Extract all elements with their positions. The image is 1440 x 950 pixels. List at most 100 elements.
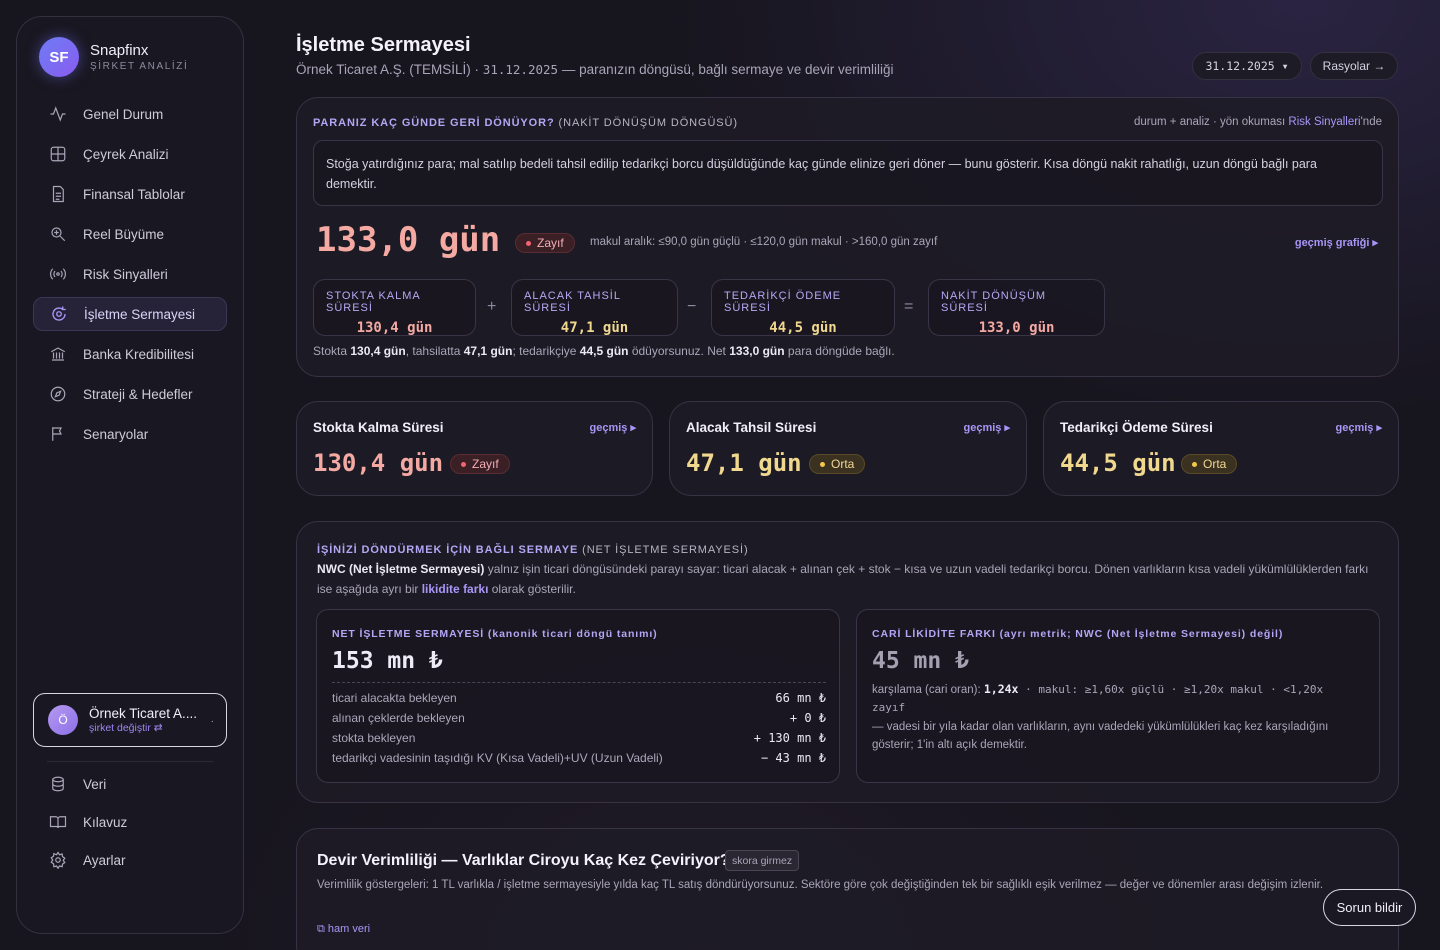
status-label: Orta [1203, 457, 1227, 471]
nwc-desc-bold: NWC (Net İşletme Sermayesi) [317, 562, 485, 576]
compass-icon [50, 386, 66, 402]
turnover-tag: skora girmez [725, 850, 800, 871]
liquidity-gap-link[interactable]: likidite farkı [422, 582, 489, 596]
sidebar-item-label: Ayarlar [83, 852, 126, 868]
company-switch-link[interactable]: şirket değiştir ⇄ [89, 722, 197, 734]
status-dot [820, 461, 825, 467]
ratios-button[interactable]: Rasyolar → [1310, 52, 1398, 80]
minus-operator: − [687, 298, 697, 315]
turnover-panel: Devir Verimliliği — Varlıklar Ciroyu Kaç… [296, 828, 1399, 950]
component-value: 47,1 gün [560, 320, 629, 336]
component-card: NAKİT DÖNÜŞÜM SÜRESİ 133,0 gün [928, 279, 1105, 336]
nwc-title-main: İŞİNİZİ DÖNDÜRMEK İÇİN BAĞLI SERMAYE [317, 544, 579, 556]
metric-history-link[interactable]: geçmiş ▸ [964, 421, 1011, 434]
sidebar-divider [47, 761, 213, 762]
subtitle-date: 31.12.2025 [482, 62, 559, 77]
sidebar-item-strateji-hedefler[interactable]: Strateji & Hedefler [33, 377, 227, 411]
status-label: Orta [831, 457, 855, 471]
nwc-description: NWC (Net İşletme Sermayesi) yalnız işin … [317, 559, 1377, 599]
grid-icon [50, 146, 66, 162]
sidebar-item-kilavuz[interactable]: Kılavuz [33, 805, 227, 839]
date-selector[interactable]: 31.12.2025 ▾ [1192, 52, 1302, 80]
brand-logo: SF [39, 37, 79, 77]
component-label: STOKTA KALMA SÜRESİ [326, 290, 421, 314]
row-value: 66 mn ₺ [775, 691, 826, 705]
row-label: alınan çeklerde bekleyen [332, 711, 465, 725]
ccc-note-prefix: durum + analiz · yön okuması [1134, 116, 1289, 128]
status-dot [526, 240, 531, 246]
component-card: STOKTA KALMA SÜRESİ 130,4 gün [313, 279, 476, 336]
metric-card-stock: Stokta Kalma Süresi geçmiş ▸ 130,4 gün Z… [296, 401, 653, 496]
status-label: Zayıf [472, 457, 499, 471]
page-title: İşletme Sermayesi [296, 34, 471, 56]
nwc-value: 153 mn ₺ [332, 648, 443, 674]
component-card: TEDARİKÇİ ÖDEME SÜRESİ 44,5 gün [711, 279, 895, 336]
activity-icon [50, 106, 66, 122]
sidebar-item-reel-buyume[interactable]: Reel Büyüme [33, 217, 227, 251]
ratio-value: 1,24x [983, 682, 1019, 696]
sidebar-item-risk-sinyalleri[interactable]: Risk Sinyalleri [33, 257, 227, 291]
sidebar-item-genel-durum[interactable]: Genel Durum [33, 97, 227, 131]
sidebar-item-banka-kredibilitesi[interactable]: Banka Kredibilitesi [33, 337, 227, 371]
sidebar-item-label: Finansal Tablolar [83, 186, 185, 202]
sidebar-item-label: Banka Kredibilitesi [83, 346, 195, 362]
metric-title: Tedarikçi Ödeme Süresi [1060, 420, 1213, 435]
row-value: + 0 ₺ [789, 711, 826, 725]
summary-text: ; tedarikçiye [512, 344, 580, 358]
nwc-row: alınan çeklerde bekleyen + 0 ₺ [332, 708, 826, 728]
main-nav: Genel Durum Çeyrek Analizi Finansal Tabl… [33, 97, 227, 457]
status-label: Zayıf [537, 236, 564, 250]
sidebar-item-isletme-sermayesi[interactable]: İşletme Sermayesi [33, 297, 227, 331]
sidebar: SF Snapfinx ŞİRKET ANALİZİ Genel Durum Ç… [16, 16, 244, 934]
company-menu-icon[interactable]: · [211, 716, 214, 727]
subtitle-company: Örnek Ticaret A.Ş. (TEMSİLİ) · [296, 62, 483, 77]
summary-text: ödüyorsunuz. Net [628, 344, 730, 358]
nwc-card-title: NET İŞLETME SERMAYESİ (kanonik ticari dö… [332, 628, 658, 640]
brand[interactable]: SF Snapfinx ŞİRKET ANALİZİ [39, 37, 188, 77]
sidebar-item-label: Genel Durum [83, 106, 164, 122]
sidebar-item-finansal-tablolar[interactable]: Finansal Tablolar [33, 177, 227, 211]
bank-icon [50, 347, 66, 361]
sidebar-item-label: İşletme Sermayesi [84, 306, 196, 322]
flag-icon [52, 427, 62, 441]
summary-value: 47,1 gün [463, 344, 513, 358]
liquidity-value: 45 mn ₺ [872, 648, 969, 674]
sidebar-item-ceyrek-analizi[interactable]: Çeyrek Analizi [33, 137, 227, 171]
metric-history-link[interactable]: geçmiş ▸ [590, 421, 637, 434]
company-switcher[interactable]: Ö Örnek Ticaret A.... şirket değiştir ⇄ … [33, 693, 227, 747]
component-label: ALACAK TAHSİL SÜRESİ [524, 290, 621, 314]
nwc-row: tedarikçi vadesinin taşıdığı KV (Kısa Va… [332, 748, 826, 768]
ccc-range: makul aralık: ≤90,0 gün güçlü · ≤120,0 g… [590, 236, 938, 248]
status-dot [1192, 461, 1197, 467]
zoom-in-icon [51, 227, 66, 242]
ccc-title: PARANIZ KAÇ GÜNDE GERİ DÖNÜYOR? (NAKİT D… [313, 117, 738, 129]
raw-data-link[interactable]: ⧉ ham veri [317, 923, 370, 936]
status-dot [461, 461, 466, 467]
book-icon [49, 816, 67, 829]
risk-signals-link[interactable]: Risk Sinyalleri [1288, 116, 1360, 128]
sidebar-item-label: Çeyrek Analizi [83, 146, 169, 162]
document-icon [52, 185, 64, 203]
metric-value: 44,5 gün [1060, 449, 1176, 477]
cycle-icon [52, 306, 66, 321]
settings-icon [50, 851, 66, 869]
nwc-desc-end: olarak gösterilir. [488, 582, 576, 596]
nwc-panel: İŞİNİZİ DÖNDÜRMEK İÇİN BAĞLI SERMAYE (NE… [296, 521, 1399, 803]
summary-value: 133,0 gün [729, 344, 785, 358]
nwc-title: İŞİNİZİ DÖNDÜRMEK İÇİN BAĞLI SERMAYE (NE… [317, 544, 749, 556]
report-issue-button[interactable]: Sorun bildir [1323, 889, 1416, 926]
sidebar-item-veri[interactable]: Veri [33, 767, 227, 801]
history-chart-link[interactable]: geçmiş grafiği ▸ [1295, 236, 1378, 249]
component-value: 130,4 gün [356, 320, 433, 336]
metric-history-link[interactable]: geçmiş ▸ [1336, 421, 1383, 434]
current-ratio: karşılama (cari oran): 1,24x · makul: ≥1… [872, 680, 1362, 717]
sidebar-item-senaryolar[interactable]: Senaryolar [33, 417, 227, 451]
company-name: Örnek Ticaret A.... [89, 706, 198, 721]
nwc-card: NET İŞLETME SERMAYESİ (kanonik ticari dö… [316, 609, 840, 783]
liquidity-card-title: CARİ LİKİDİTE FARKI (ayrı metrik; NWC (N… [872, 628, 1284, 640]
liquidity-card: CARİ LİKİDİTE FARKI (ayrı metrik; NWC (N… [856, 609, 1380, 783]
summary-text: Stokta [313, 344, 351, 358]
metric-value: 130,4 gün [313, 449, 444, 477]
sidebar-item-ayarlar[interactable]: Ayarlar [33, 843, 227, 877]
database-icon [52, 776, 64, 792]
